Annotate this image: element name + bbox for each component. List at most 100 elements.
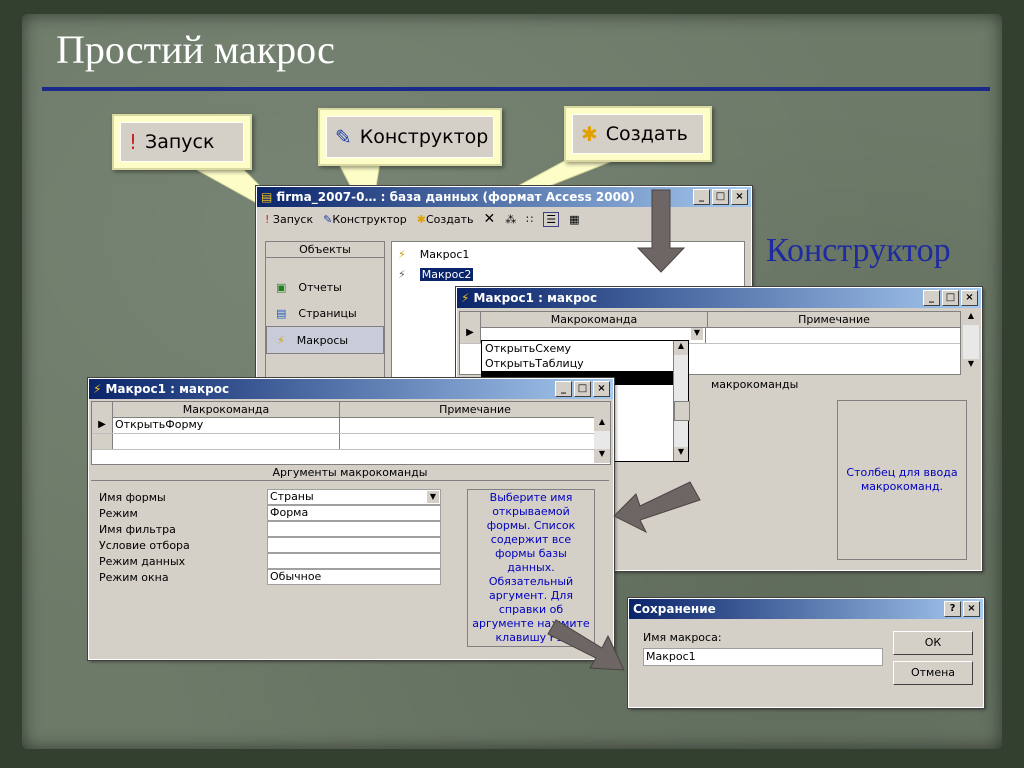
hint-box: Выберите имя открываемой формы. Список с… bbox=[467, 489, 595, 647]
objects-item-pages-label: Страницы bbox=[298, 306, 357, 320]
objects-panel: Объекты ▣ Отчеты ▤ Страницы ⚡ Макросы bbox=[265, 241, 385, 383]
grid-scrollbar[interactable]: ▲ ▼ bbox=[594, 417, 610, 463]
callout-create-label: Создать bbox=[605, 123, 688, 145]
small-icons-icon[interactable]: ∷ bbox=[526, 213, 533, 226]
exclamation-icon: ! bbox=[129, 130, 138, 154]
delete-icon[interactable]: ✕ bbox=[484, 211, 496, 227]
arg-label-form-name: Имя формы bbox=[99, 491, 166, 504]
table-row[interactable] bbox=[92, 434, 610, 450]
scroll-down-icon[interactable]: ▼ bbox=[674, 447, 688, 461]
toolbar-design-button[interactable]: ✎Конструктор bbox=[323, 213, 407, 226]
macro-back-title: Макрос1 : макрос bbox=[473, 291, 598, 305]
arg-label-mode: Режим bbox=[99, 507, 138, 520]
grid-scrollbar[interactable]: ▲ ▼ bbox=[963, 311, 979, 373]
exclamation-icon: ! bbox=[265, 212, 270, 226]
scroll-up-icon[interactable]: ▲ bbox=[674, 341, 688, 355]
arg-input-mode[interactable]: Форма bbox=[267, 505, 441, 521]
reports-icon: ▣ bbox=[276, 280, 287, 294]
arg-value-form-name: Страны bbox=[270, 490, 314, 503]
toolbar-create-button[interactable]: ✱Создать bbox=[417, 213, 474, 226]
macro-window-front: ⚡ Макрос1 : макрос _ □ × Макрокоманда Пр… bbox=[87, 377, 615, 661]
scroll-up-icon[interactable]: ▲ bbox=[963, 311, 979, 325]
arg-label-filter-name: Имя фильтра bbox=[99, 523, 176, 536]
column-header-note: Примечание bbox=[340, 402, 610, 418]
large-icons-icon[interactable]: ⁂ bbox=[505, 213, 516, 226]
help-button[interactable]: ? bbox=[944, 601, 961, 617]
macro-front-grid: Макрокоманда Примечание ▶ ОткрытьФорму ▲… bbox=[91, 401, 611, 465]
dropdown-arrow-icon[interactable]: ▼ bbox=[691, 328, 703, 340]
minimize-button[interactable]: _ bbox=[693, 189, 710, 205]
objects-item-reports[interactable]: ▣ Отчеты bbox=[266, 274, 384, 300]
objects-item-pages[interactable]: ▤ Страницы bbox=[266, 300, 384, 326]
hint-box: Столбец для ввода макрокоманд. bbox=[837, 400, 967, 560]
database-window-title: firma_2007-0… : база данных (формат Acce… bbox=[276, 190, 635, 204]
macro-back-titlebar[interactable]: ⚡ Макрос1 : макрос _ □ × bbox=[457, 288, 981, 308]
maximize-button[interactable]: □ bbox=[712, 189, 729, 205]
macro-icon: ⚡ bbox=[398, 248, 406, 261]
dropdown-arrow-icon[interactable]: ▼ bbox=[427, 491, 439, 503]
column-header-command: Макрокоманда bbox=[113, 402, 340, 418]
dropdown-option[interactable]: ОткрытьСхему bbox=[482, 341, 688, 356]
callout-run: ! Запуск bbox=[112, 114, 252, 170]
arg-label-data-mode: Режим данных bbox=[99, 555, 186, 568]
scroll-down-icon[interactable]: ▼ bbox=[594, 449, 610, 463]
macro-name-input[interactable]: Макрос1 bbox=[643, 648, 883, 666]
list-item[interactable]: ⚡ Макрос1 bbox=[398, 248, 469, 261]
dropdown-scrollbar[interactable]: ▲ ▼ bbox=[673, 341, 690, 461]
note-cell[interactable] bbox=[340, 417, 610, 433]
toolbar-run-label: Запуск bbox=[272, 212, 314, 226]
macro-front-grid-header: Макрокоманда Примечание bbox=[92, 402, 610, 418]
callout-design: ✎ Конструктор bbox=[318, 108, 502, 166]
save-dialog-titlebar[interactable]: Сохранение ? × bbox=[629, 599, 983, 619]
close-button[interactable]: × bbox=[961, 290, 978, 306]
objects-header: Объекты bbox=[266, 242, 384, 258]
arg-input-data-mode[interactable] bbox=[267, 553, 441, 569]
maximize-button[interactable]: □ bbox=[574, 381, 591, 397]
table-row[interactable]: ▶ ОткрытьФорму bbox=[92, 417, 610, 434]
toolbar-design-label: Конструктор bbox=[332, 212, 407, 226]
arguments-header: Аргументы макрокоманды bbox=[91, 465, 609, 481]
objects-scroll-hint bbox=[266, 258, 384, 274]
macro-back-grid-header: Макрокоманда Примечание bbox=[460, 312, 960, 328]
column-header-note: Примечание bbox=[708, 312, 960, 328]
arg-input-form-name[interactable]: Страны ▼ bbox=[267, 489, 441, 505]
macros-icon: ⚡ bbox=[277, 333, 285, 347]
row-selector-arrow-icon: ▶ bbox=[92, 417, 113, 433]
macro-front-titlebar[interactable]: ⚡ Макрос1 : макрос _ □ × bbox=[89, 379, 613, 399]
close-button[interactable]: × bbox=[593, 381, 610, 397]
list-item[interactable]: ⚡ Макрос2 bbox=[398, 268, 474, 281]
database-toolbar: ! Запуск ✎Конструктор ✱Создать ✕ ⁂ ∷ ☰ ▦ bbox=[257, 207, 751, 231]
list-view-icon[interactable]: ☰ bbox=[543, 211, 560, 227]
new-star-icon: ✱ bbox=[581, 122, 598, 146]
objects-item-macros[interactable]: ⚡ Макросы bbox=[266, 326, 384, 354]
toolbar-run-button[interactable]: ! Запуск bbox=[265, 213, 313, 226]
macro-icon: ⚡ bbox=[461, 291, 470, 305]
minimize-button[interactable]: _ bbox=[555, 381, 572, 397]
save-dialog: Сохранение ? × Имя макроса: Макрос1 ОК О… bbox=[627, 597, 985, 709]
arg-label-where-condition: Условие отбора bbox=[99, 539, 190, 552]
database-window-titlebar[interactable]: ▤ firma_2007-0… : база данных (формат Ac… bbox=[257, 187, 751, 207]
close-button[interactable]: × bbox=[731, 189, 748, 205]
arguments-header-partial: макрокоманды bbox=[711, 378, 799, 391]
column-header-command: Макрокоманда bbox=[481, 312, 708, 328]
objects-item-macros-label: Макросы bbox=[296, 333, 349, 347]
ok-button[interactable]: ОК bbox=[893, 631, 973, 655]
command-cell[interactable]: ОткрытьФорму bbox=[113, 417, 340, 433]
minimize-button[interactable]: _ bbox=[923, 290, 940, 306]
pages-icon: ▤ bbox=[276, 306, 287, 320]
list-item-label: Макрос2 bbox=[419, 268, 474, 281]
list-item-label: Макрос1 bbox=[419, 248, 470, 261]
close-button[interactable]: × bbox=[963, 601, 980, 617]
callout-design-label: Конструктор bbox=[359, 126, 489, 148]
scroll-down-icon[interactable]: ▼ bbox=[963, 359, 979, 373]
scroll-up-icon[interactable]: ▲ bbox=[594, 417, 610, 431]
arg-label-window-mode: Режим окна bbox=[99, 571, 169, 584]
arg-input-filter-name[interactable] bbox=[267, 521, 441, 537]
dropdown-option[interactable]: ОткрытьТаблицу bbox=[482, 356, 688, 371]
details-view-icon[interactable]: ▦ bbox=[569, 213, 579, 226]
arg-input-where-condition[interactable] bbox=[267, 537, 441, 553]
cancel-button[interactable]: Отмена bbox=[893, 661, 973, 685]
maximize-button[interactable]: □ bbox=[942, 290, 959, 306]
arg-input-window-mode[interactable]: Обычное bbox=[267, 569, 441, 585]
scroll-thumb[interactable] bbox=[674, 401, 690, 421]
